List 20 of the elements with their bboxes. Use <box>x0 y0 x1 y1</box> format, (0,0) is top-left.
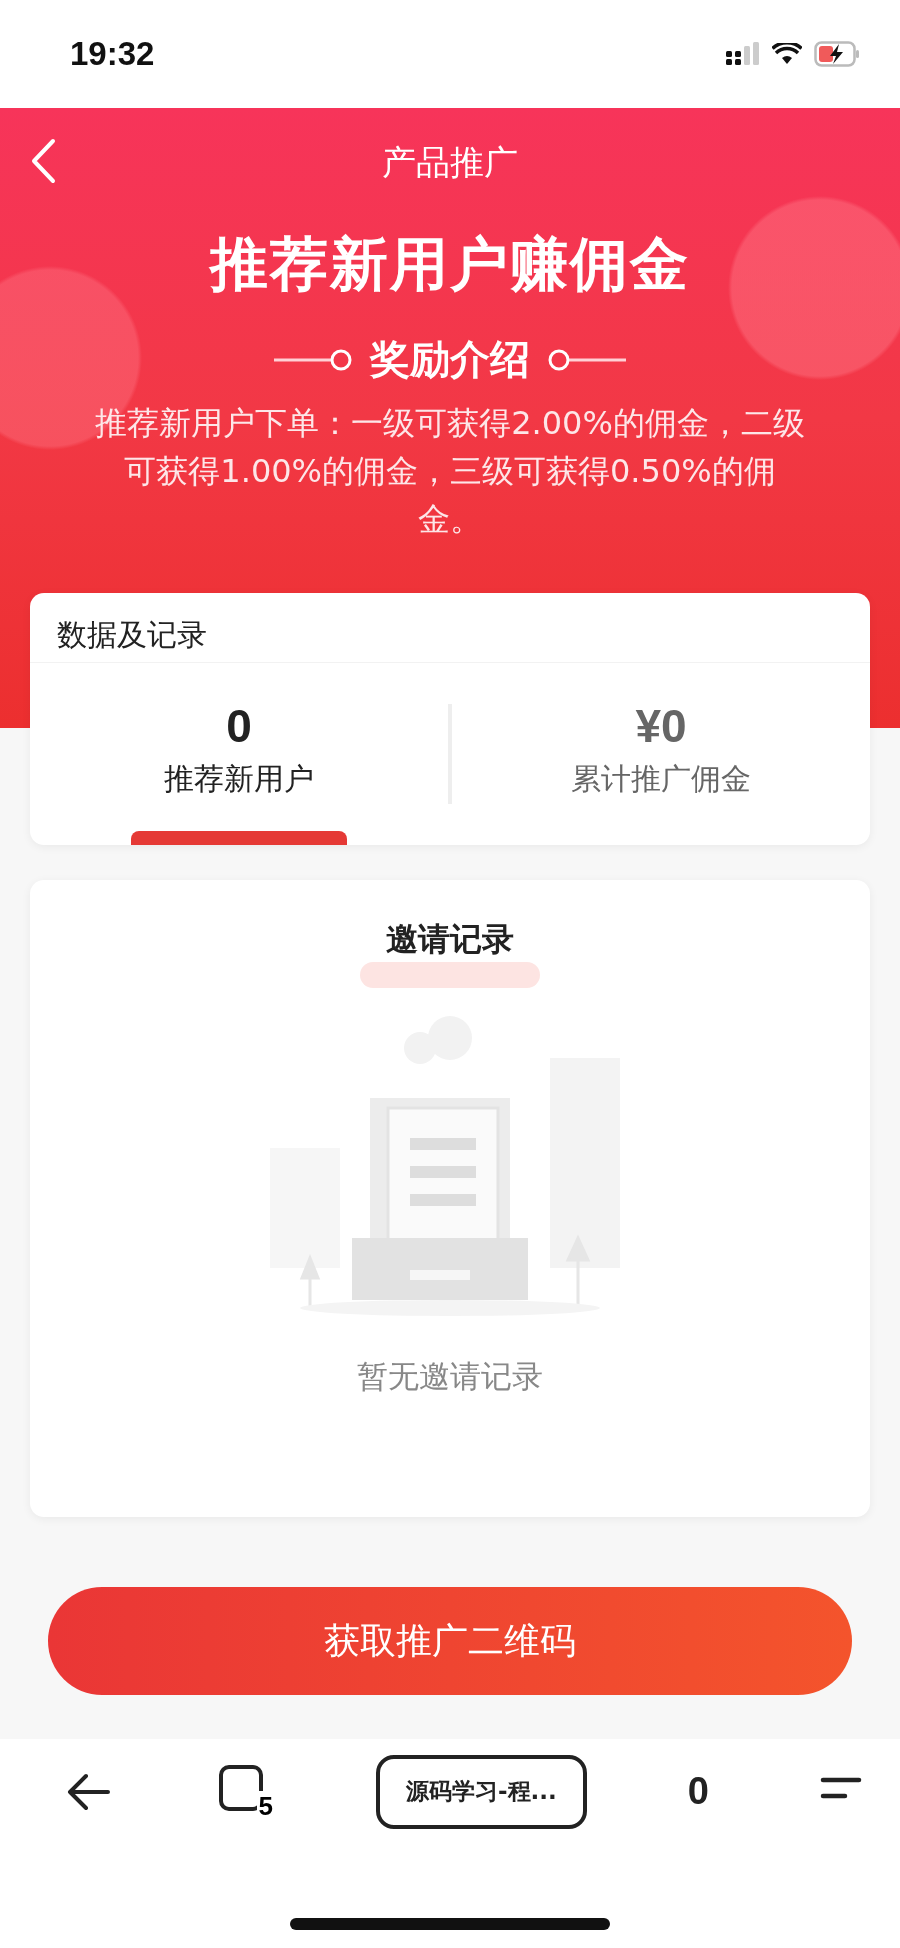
headline: 推荐新用户赚佣金 <box>210 229 690 300</box>
counter-button[interactable]: 0 <box>687 1770 709 1813</box>
stat-tab[interactable]: ¥0 累计推广佣金 <box>452 663 870 845</box>
line-circle-icon <box>274 347 354 372</box>
back-arrow-icon <box>66 1771 110 1812</box>
status-time: 19:32 <box>70 35 155 73</box>
card-title: 邀请记录 <box>386 919 514 958</box>
page-title: 产品推广 <box>382 141 518 184</box>
qr-code-button[interactable]: 获取推广二维码 <box>48 1587 852 1695</box>
signal-icon <box>726 42 760 66</box>
back-icon <box>30 138 56 184</box>
battery-icon <box>814 41 860 67</box>
address-button[interactable]: 源码学习-程... <box>376 1754 587 1829</box>
stat-tab[interactable]: 0 推荐新用户 <box>30 663 448 845</box>
empty-message: 暂无邀请记录 <box>357 1357 543 1396</box>
reward-description: 推荐新用户下单：一级可获得2.00%的佣金，二级可获得1.00%的佣金，三级可获得0.50%的佣金。 <box>94 403 806 540</box>
card-title: 数据及记录 <box>30 593 870 663</box>
line-circle-icon <box>546 347 626 372</box>
section-title: 奖励介绍 <box>370 335 530 384</box>
wifi-icon <box>772 43 802 65</box>
